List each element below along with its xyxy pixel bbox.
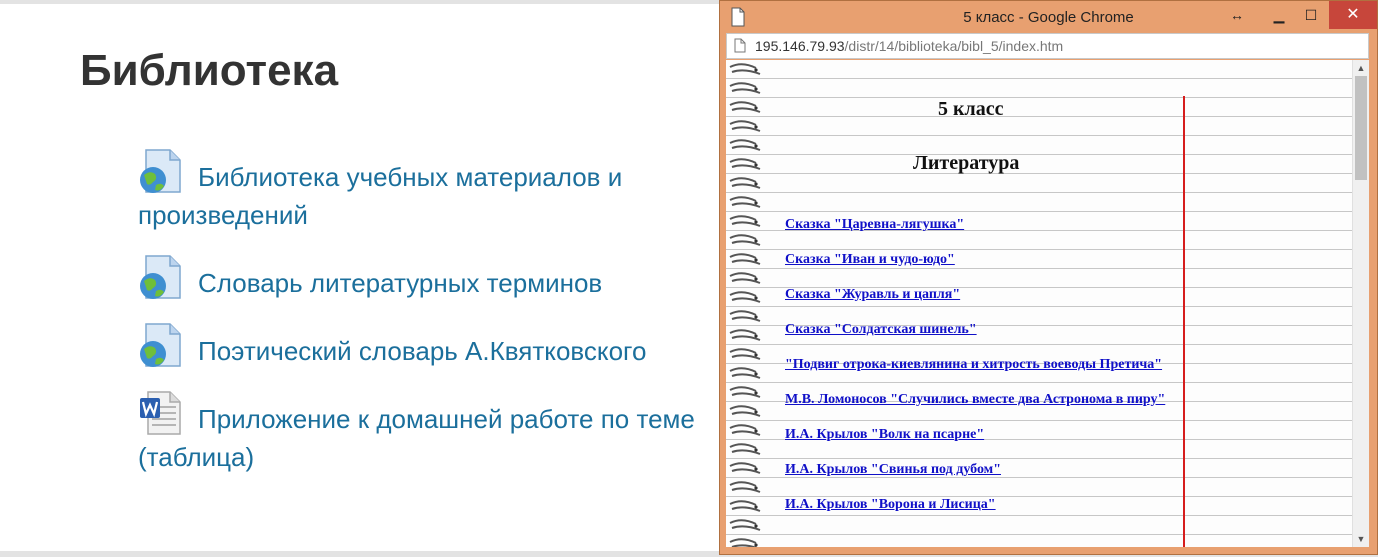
resource-list: Библиотека учебных материалов и произвед… (138, 148, 758, 496)
maximize-button[interactable]: ☐ (1291, 1, 1331, 29)
literature-link[interactable]: И.А. Крылов "Ворона и Лисица" (785, 497, 996, 512)
literature-link[interactable]: Сказка "Журавль и цапля" (785, 287, 960, 302)
list-item: Сказка "Солдатская шинель" (785, 320, 1185, 339)
list-item: И.А. Крылов "Волк на псарне" (785, 425, 1185, 444)
vertical-scrollbar[interactable]: ▲ ▼ (1352, 60, 1369, 547)
list-item: И.А. Крылов "Свинья под дубом" (785, 460, 1185, 479)
literature-list: Сказка "Царевна-лягушка" Сказка "Иван и … (785, 215, 1185, 530)
list-item: "Подвиг отрока-киевлянина и хитрость вое… (785, 355, 1185, 374)
literature-link[interactable]: М.В. Ломоносов "Случились вместе два Аст… (785, 392, 1165, 407)
word-document-icon (140, 391, 181, 435)
page-icon (734, 38, 746, 53)
resource-item[interactable]: Поэтический словарь А.Квятковского (138, 322, 758, 370)
literature-link[interactable]: Сказка "Царевна-лягушка" (785, 217, 964, 232)
scroll-down-icon[interactable]: ▼ (1353, 531, 1369, 547)
resource-link[interactable]: Библиотека учебных материалов и произвед… (138, 162, 622, 230)
page-title: Библиотека (80, 46, 339, 95)
close-button[interactable]: ✕ (1329, 1, 1377, 29)
literature-link[interactable]: Сказка "Иван и чудо-юдо" (785, 252, 955, 267)
grade-heading: 5 класс (938, 98, 1004, 120)
spiral-binding-icon (729, 63, 761, 547)
list-item: Сказка "Иван и чудо-юдо" (785, 250, 1185, 269)
resource-item[interactable]: Словарь литературных терминов (138, 254, 758, 302)
resource-link[interactable]: Словарь литературных терминов (198, 268, 602, 298)
url-text: 195.146.79.93/distr/14/biblioteka/bibl_5… (755, 38, 1063, 54)
literature-link[interactable]: "Подвиг отрока-киевлянина и хитрость вое… (785, 357, 1162, 372)
scrollbar-thumb[interactable] (1355, 76, 1367, 180)
list-item: Сказка "Журавль и цапля" (785, 285, 1185, 304)
web-page-icon (140, 149, 181, 193)
literature-link[interactable]: И.А. Крылов "Свинья под дубом" (785, 462, 1001, 477)
list-item: М.В. Ломоносов "Случились вместе два Аст… (785, 390, 1185, 409)
window-titlebar[interactable]: 5 класс - Google Chrome ↔ ▁ ☐ ✕ (720, 1, 1377, 33)
web-page-icon (140, 323, 181, 367)
resource-item[interactable]: Библиотека учебных материалов и произвед… (138, 148, 758, 234)
literature-link[interactable]: Сказка "Солдатская шинель" (785, 322, 977, 337)
page-content: 5 класс Литература Сказка "Царевна-лягуш… (726, 60, 1369, 547)
web-page-icon (140, 255, 181, 299)
chrome-popup-window: 5 класс - Google Chrome ↔ ▁ ☐ ✕ 195.146.… (719, 0, 1378, 555)
resource-link[interactable]: Поэтический словарь А.Квятковского (198, 336, 646, 366)
subject-heading: Литература (913, 152, 1020, 174)
scroll-up-icon[interactable]: ▲ (1353, 60, 1369, 76)
resource-item[interactable]: Приложение к домашней работе по теме (та… (138, 390, 758, 476)
list-item: И.А. Крылов "Ворона и Лисица" (785, 495, 1185, 514)
resource-link[interactable]: Приложение к домашней работе по теме (та… (138, 404, 695, 472)
address-bar[interactable]: 195.146.79.93/distr/14/biblioteka/bibl_5… (726, 33, 1369, 59)
literature-link[interactable]: И.А. Крылов "Волк на псарне" (785, 427, 984, 442)
list-item: Сказка "Царевна-лягушка" (785, 215, 1185, 234)
resize-icon[interactable]: ↔ (1217, 1, 1257, 29)
url-host: 195.146.79.93 (755, 38, 845, 54)
url-path: /distr/14/biblioteka/bibl_5/index.htm (844, 38, 1064, 54)
